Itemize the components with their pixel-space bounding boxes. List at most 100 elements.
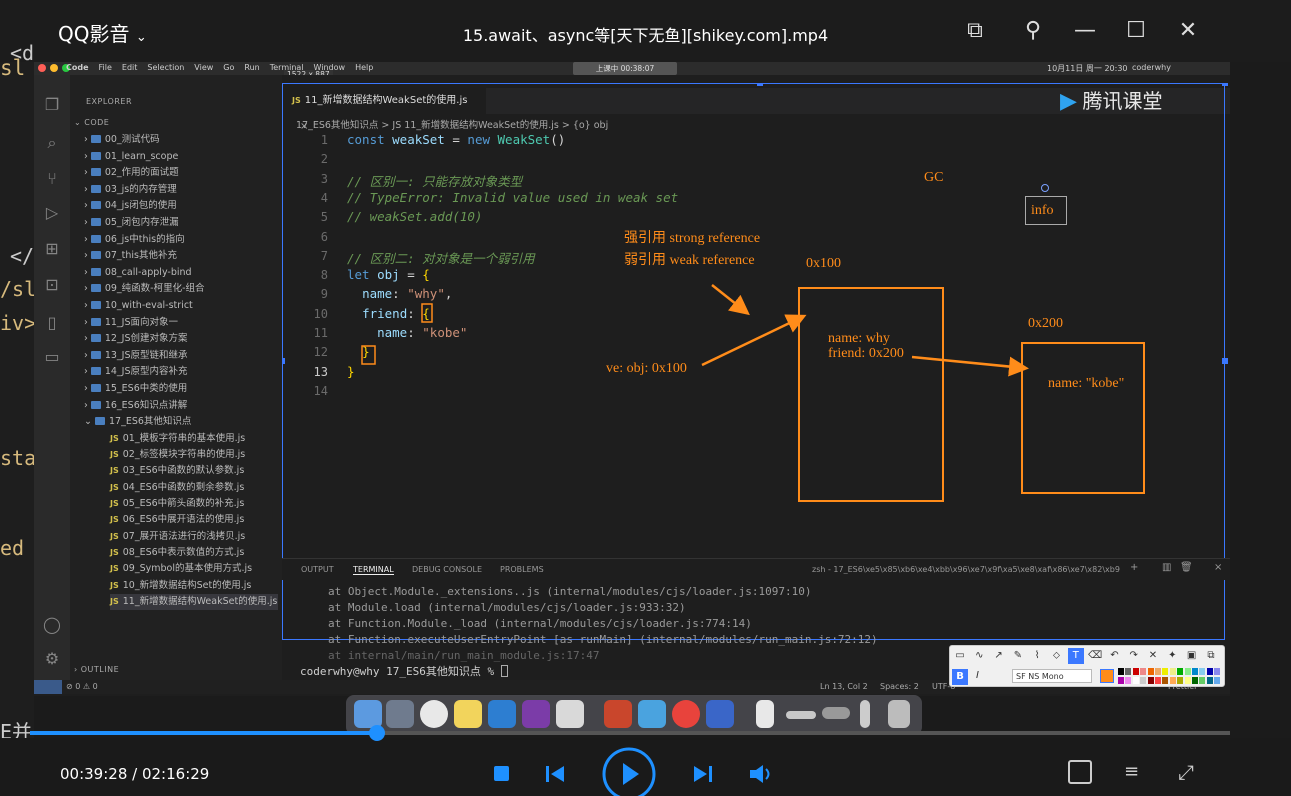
file-item[interactable]: JS 09_Symbol的基本使用方式.js	[110, 561, 252, 577]
color-swatch[interactable]	[1125, 668, 1132, 675]
rect-tool-icon[interactable]: ▭	[952, 648, 968, 664]
folder-item[interactable]: › 10_with-eval-strict	[84, 298, 193, 314]
window-min-dot[interactable]	[50, 64, 58, 72]
netease-music-icon[interactable]	[672, 700, 700, 728]
panel-tab-problems[interactable]: PROBLEMS	[500, 565, 544, 574]
file-item[interactable]: JS 08_ES6中表示数值的方式.js	[110, 545, 244, 561]
color-swatch[interactable]	[1206, 677, 1213, 684]
remote-status-icon[interactable]	[34, 680, 62, 694]
close-panel-icon[interactable]: ×	[1214, 562, 1222, 573]
folder-item[interactable]: › 07_this其他补充	[84, 248, 177, 264]
pin-tool-icon[interactable]: ✦	[1164, 648, 1180, 664]
folder-item[interactable]: › 03_js的内存管理	[84, 182, 177, 198]
bookmark-icon[interactable]: ▯	[43, 313, 61, 332]
folder-item[interactable]: › 06_js中this的指向	[84, 232, 185, 248]
tencent-class-icon[interactable]	[638, 700, 666, 728]
new-terminal-icon[interactable]: +	[1130, 562, 1138, 573]
folder-item[interactable]: › 12_JS创建对象方案	[84, 331, 188, 347]
color-swatch[interactable]	[1125, 677, 1132, 684]
cursor-position[interactable]: Ln 13, Col 2	[820, 682, 868, 691]
stop-button[interactable]	[494, 766, 509, 781]
mac-menu-item[interactable]: Go	[223, 63, 234, 72]
previous-icon[interactable]	[544, 764, 566, 784]
screenshot-search-icon[interactable]	[1068, 760, 1092, 784]
undo-icon[interactable]: ↶	[1106, 648, 1122, 664]
color-swatch[interactable]	[1155, 677, 1161, 684]
color-swatch[interactable]	[1155, 668, 1161, 675]
outline-section[interactable]: › OUTLINE	[74, 665, 119, 674]
extensions-icon[interactable]: ⊞	[43, 239, 61, 258]
explorer-root[interactable]: ⌄ CODE	[74, 118, 109, 127]
folder-item[interactable]: › 02_作用的面试题	[84, 165, 179, 181]
trash-can-icon[interactable]	[888, 700, 910, 728]
close-icon[interactable]: ✕	[1173, 16, 1203, 46]
folder-item[interactable]: › 11_JS面向对象一	[84, 315, 178, 331]
fill-tool-icon[interactable]: ⬦	[1049, 648, 1065, 664]
mac-menu-item[interactable]: Code	[66, 63, 89, 72]
mini-mode-icon[interactable]: ⧉	[960, 16, 990, 46]
color-swatch[interactable]	[1162, 668, 1169, 675]
file-item[interactable]: JS 06_ES6中展开语法的使用.js	[110, 512, 244, 528]
color-swatch[interactable]	[1206, 668, 1213, 675]
folder-item[interactable]: › 04_js闭包的使用	[84, 198, 177, 214]
vscode-icon[interactable]	[488, 700, 516, 728]
terminal-shell-select[interactable]: zsh - 17_ES6\xe5\x85\xb6\xe4\xbb\x96\xe7…	[812, 565, 1124, 574]
drive-icon[interactable]	[786, 711, 816, 719]
mac-menu-item[interactable]: File	[99, 63, 112, 72]
panel-tab-terminal[interactable]: TERMINAL	[353, 565, 394, 575]
color-swatch[interactable]	[1118, 677, 1124, 684]
folder-item[interactable]: › 01_learn_scope	[84, 149, 178, 165]
color-swatch[interactable]	[1184, 668, 1191, 675]
search-icon[interactable]: ⌕	[43, 133, 61, 152]
settings-sliders-icon[interactable]: ≡	[1124, 762, 1146, 782]
file-item[interactable]: JS 11_新增数据结构WeakSet的使用.js	[110, 593, 278, 610]
color-swatch[interactable]	[1162, 677, 1169, 684]
document-icon[interactable]	[756, 700, 774, 728]
files-icon[interactable]: ❐	[43, 95, 61, 114]
volume-icon[interactable]	[748, 763, 774, 785]
bold-button[interactable]: B	[952, 669, 968, 685]
color-swatch[interactable]	[1140, 677, 1147, 684]
powerpoint-icon[interactable]	[604, 700, 632, 728]
save-tool-icon[interactable]: ▣	[1184, 648, 1200, 664]
mac-menu-item[interactable]: Edit	[122, 63, 138, 72]
chrome-icon[interactable]	[420, 700, 448, 728]
minimize-icon[interactable]: —	[1070, 16, 1100, 46]
file-item[interactable]: JS 05_ES6中箭头函数的补充.js	[110, 496, 244, 512]
account-icon[interactable]: ◯	[43, 615, 61, 634]
italic-button[interactable]: I	[976, 670, 979, 681]
folder-item[interactable]: › 09_纯函数-柯里化-组合	[84, 281, 205, 297]
meeting-status[interactable]: 上课中 00:38:07	[573, 62, 677, 75]
arrow-tool-icon[interactable]: ↗	[991, 648, 1007, 664]
problems-count[interactable]: ⊘ 0 ⚠ 0	[66, 682, 98, 691]
color-swatch[interactable]	[1214, 677, 1221, 684]
mac-menu-item[interactable]: View	[194, 63, 213, 72]
fullscreen-icon[interactable]: ⤢	[1178, 760, 1202, 784]
color-swatch[interactable]	[1192, 677, 1198, 684]
maximize-icon[interactable]: ☐	[1121, 16, 1151, 46]
file-item[interactable]: JS 04_ES6中函数的剩余参数.js	[110, 480, 244, 496]
remote-icon[interactable]: ⊡	[43, 275, 61, 294]
color-swatch[interactable]	[1192, 668, 1198, 675]
copy-tool-icon[interactable]: ⧉	[1203, 648, 1219, 664]
next-icon[interactable]	[692, 764, 714, 784]
curve-tool-icon[interactable]: ∿	[971, 648, 987, 664]
brush-tool-icon[interactable]: ⌇	[1029, 648, 1045, 664]
screenflow-icon[interactable]	[706, 700, 734, 728]
text-tool-icon[interactable]: T	[1067, 648, 1084, 664]
color-swatch[interactable]	[1132, 677, 1139, 684]
typora-icon[interactable]	[556, 700, 584, 728]
color-swatch[interactable]	[1169, 668, 1176, 675]
font-select[interactable]: SF NS Mono	[1012, 669, 1092, 683]
notes-icon[interactable]	[454, 700, 482, 728]
file-item[interactable]: JS 01_模板字符串的基本使用.js	[110, 431, 245, 447]
pen-tool-icon[interactable]: ✎	[1010, 648, 1026, 664]
finder-icon[interactable]	[354, 700, 382, 728]
run-debug-icon[interactable]: ▷	[43, 203, 61, 222]
redo-icon[interactable]: ↷	[1126, 648, 1142, 664]
onenote-icon[interactable]	[522, 700, 550, 728]
color-swatch[interactable]	[1147, 668, 1154, 675]
file-item[interactable]: JS 07_展开语法进行的浅拷贝.js	[110, 529, 245, 545]
color-swatch[interactable]	[1199, 668, 1206, 675]
folder-item[interactable]: › 15_ES6中类的使用	[84, 381, 187, 397]
